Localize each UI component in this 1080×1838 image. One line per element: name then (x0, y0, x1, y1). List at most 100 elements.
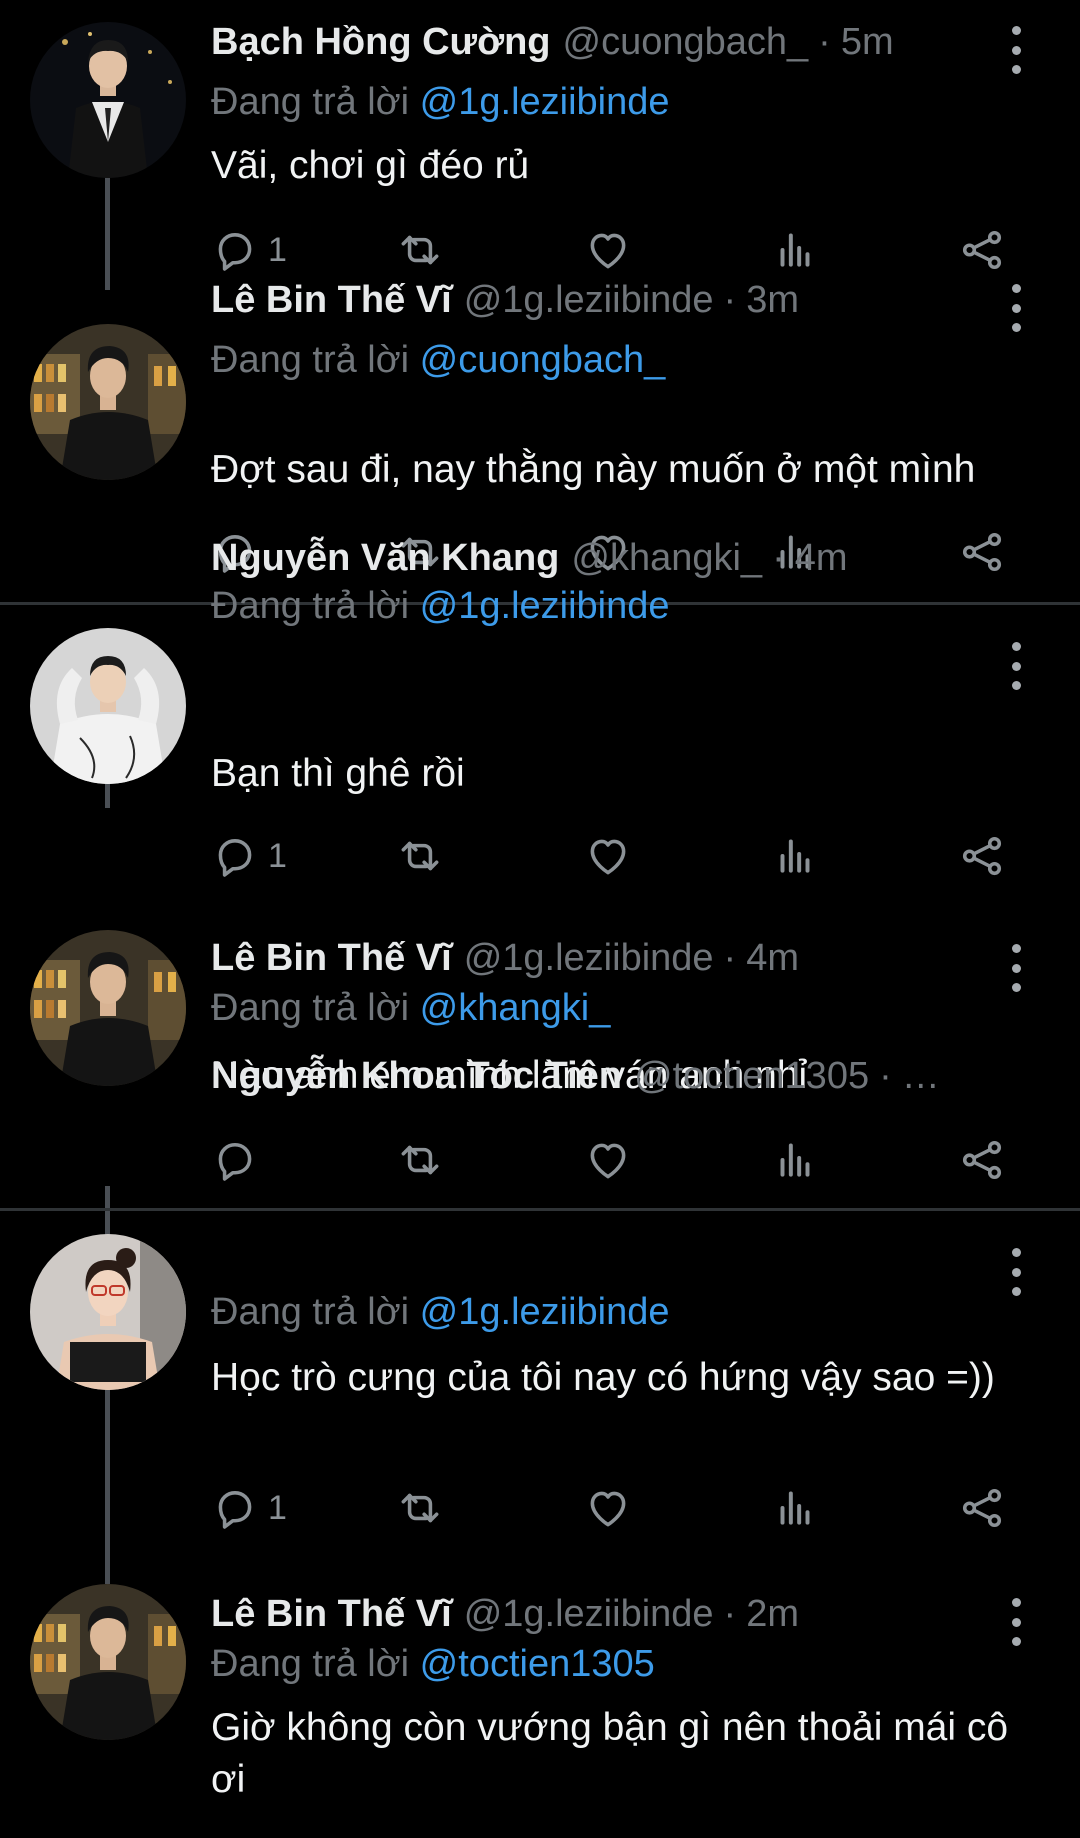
share-button[interactable] (957, 826, 1007, 886)
views-button[interactable] (770, 1130, 820, 1190)
share-icon (962, 836, 1002, 876)
replying-to: Đang trả lời @1g.leziibinde (211, 578, 670, 634)
more-vertical-icon[interactable] (1000, 1244, 1032, 1300)
reply-icon (218, 839, 252, 877)
tweet-text: Giờ không còn vướng bận gì nên thoải mái… (211, 1706, 1009, 1801)
reply-count: 1 (268, 230, 287, 269)
reply-thread: Bạch Hồng Cường @cuongbach_ · 5m Đang tr… (0, 0, 1080, 1838)
reply-mention[interactable]: @1g.leziibinde (420, 1291, 670, 1333)
reply-mention[interactable]: @1g.leziibinde (420, 585, 670, 627)
avatar[interactable] (30, 22, 186, 178)
replying-to: Đang trả lời @cuongbach_ (211, 332, 665, 388)
replying-to: Đang trả lời @1g.leziibinde (211, 74, 670, 130)
separator-dot: · (723, 1593, 737, 1635)
timestamp[interactable]: 5m (841, 12, 894, 72)
tweet-header: Bạch Hồng Cường @cuongbach_ · 5m (211, 12, 960, 72)
retweet-icon (401, 1145, 439, 1175)
avatar[interactable] (30, 1584, 186, 1740)
views-icon (780, 1143, 810, 1177)
user-handle[interactable]: @1g.leziibinde (464, 270, 714, 330)
avatar[interactable] (30, 1234, 186, 1390)
user-handle[interactable]: @cuongbach_ (563, 12, 809, 72)
user-handle[interactable]: @1g.leziibinde (464, 1584, 714, 1644)
share-button[interactable] (957, 522, 1007, 582)
reply-icon (218, 1143, 252, 1181)
separator-dot: · (879, 1055, 892, 1097)
retweet-button[interactable] (395, 1130, 445, 1190)
reply-button[interactable]: 1 (210, 826, 287, 886)
tweet-text: Vãi, chơi gì đéo rủ (211, 144, 530, 187)
tweet-text: Đợt sau đi, nay thằng này muốn ở một mìn… (211, 448, 976, 491)
tweet-text: Học trò cưng của tôi nay có hứng vậy sao… (211, 1356, 995, 1399)
replying-label: Đang trả lời (211, 585, 420, 627)
action-bar: 1 (0, 826, 1080, 886)
more-vertical-icon[interactable] (1000, 1594, 1032, 1650)
reply-mention[interactable]: @cuongbach_ (420, 339, 666, 381)
action-bar (0, 1130, 1080, 1190)
tweet-header: Lê Bin Thế Vĩ @1g.leziibinde · 2m (211, 1584, 960, 1644)
user-handle[interactable]: @toctien1305 (634, 1046, 869, 1106)
share-icon (962, 230, 1002, 270)
heart-icon (590, 233, 626, 269)
retweet-button[interactable] (395, 1478, 445, 1538)
user-handle[interactable]: @1g.leziibinde (464, 928, 714, 988)
timestamp[interactable]: 3m (746, 270, 799, 330)
timestamp[interactable]: 4m (795, 528, 848, 588)
separator-dot: · (772, 537, 785, 579)
reply-mention[interactable]: @khangki_ (420, 987, 611, 1029)
replying-to: Đang trả lời @1g.leziibinde (211, 1284, 670, 1340)
retweet-icon (401, 235, 439, 265)
views-icon (780, 1491, 810, 1525)
views-button[interactable] (770, 1478, 820, 1538)
separator-dot: · (818, 21, 831, 63)
reply-button[interactable]: 1 (210, 1478, 287, 1538)
heart-icon (590, 839, 626, 875)
replying-label: Đang trả lời (211, 1643, 420, 1685)
views-icon (780, 839, 810, 873)
avatar[interactable] (30, 628, 186, 784)
reply-count: 1 (268, 1488, 287, 1527)
tweet-header: Nguyễn Khoa Tóc Tiên @toctien1305 · … (211, 1046, 960, 1106)
like-button[interactable] (583, 1478, 633, 1538)
more-vertical-icon[interactable] (1000, 638, 1032, 694)
views-icon (780, 233, 810, 267)
replying-to: Đang trả lời @khangki_ (211, 980, 610, 1036)
like-button[interactable] (583, 826, 633, 886)
tweet-text: Bạn thì ghê rồi (211, 752, 465, 795)
share-button[interactable] (957, 1130, 1007, 1190)
timestamp[interactable]: 2m (746, 1584, 799, 1644)
avatar[interactable] (30, 324, 186, 480)
reply-count: 1 (268, 836, 287, 875)
display-name[interactable]: Lê Bin Thế Vĩ (211, 928, 452, 988)
tweet-header: Lê Bin Thế Vĩ @1g.leziibinde · 4m (211, 928, 960, 988)
retweet-icon (401, 1493, 439, 1523)
timestamp[interactable]: … (902, 1046, 940, 1106)
more-vertical-icon[interactable] (1000, 940, 1032, 996)
reply-mention[interactable]: @1g.leziibinde (420, 81, 670, 123)
more-vertical-icon[interactable] (1000, 22, 1032, 78)
tweet-header: Lê Bin Thế Vĩ @1g.leziibinde · 3m (211, 270, 960, 330)
share-button[interactable] (957, 220, 1007, 280)
views-button[interactable] (770, 826, 820, 886)
display-name[interactable]: Lê Bin Thế Vĩ (211, 270, 452, 330)
retweet-icon (401, 841, 439, 871)
display-name[interactable]: Lê Bin Thế Vĩ (211, 1584, 452, 1644)
timestamp[interactable]: 4m (746, 928, 799, 988)
thread-divider (0, 1208, 1080, 1211)
heart-icon (590, 1143, 626, 1179)
display-name[interactable]: Bạch Hồng Cường (211, 12, 551, 72)
reply-icon (218, 1491, 252, 1529)
retweet-button[interactable] (395, 826, 445, 886)
share-icon (962, 1488, 1002, 1528)
avatar[interactable] (30, 930, 186, 1086)
like-button[interactable] (583, 1130, 633, 1190)
reply-mention[interactable]: @toctien1305 (420, 1643, 655, 1685)
share-button[interactable] (957, 1478, 1007, 1538)
replying-label: Đang trả lời (211, 1291, 420, 1333)
share-icon (962, 532, 1002, 572)
more-vertical-icon[interactable] (1000, 280, 1032, 336)
reply-button[interactable] (210, 1130, 268, 1190)
display-name[interactable]: Nguyễn Khoa Tóc Tiên (211, 1046, 622, 1106)
replying-label: Đang trả lời (211, 987, 420, 1029)
reply-icon (218, 233, 252, 271)
